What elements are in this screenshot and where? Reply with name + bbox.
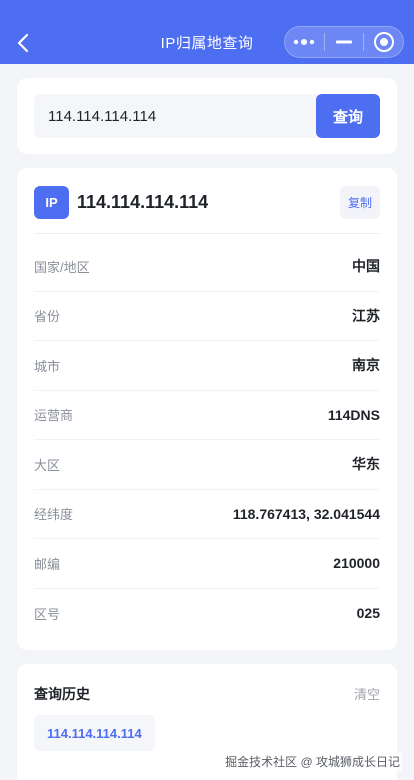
navigation-bar: IP归属地查询 xyxy=(0,0,414,64)
ip-search-input[interactable] xyxy=(34,94,324,138)
row-city: 城市 南京 xyxy=(34,341,380,391)
row-area-code: 区号 025 xyxy=(34,589,380,639)
row-label: 区号 xyxy=(34,606,61,622)
ip-badge: IP xyxy=(34,186,69,219)
clear-history-button[interactable]: 清空 xyxy=(354,684,380,703)
row-coordinates: 经纬度 118.767413, 32.041544 xyxy=(34,490,380,539)
row-country: 国家/地区 中国 xyxy=(34,242,380,292)
result-header: IP 114.114.114.114 复制 xyxy=(34,186,380,234)
result-card: IP 114.114.114.114 复制 国家/地区 中国 省份 江苏 城市 南京 … xyxy=(17,168,397,650)
minimize-icon[interactable] xyxy=(325,27,364,57)
row-label: 邮编 xyxy=(34,556,61,572)
row-value: 华东 xyxy=(352,456,380,473)
row-value: 025 xyxy=(356,605,380,622)
row-value: 114DNS xyxy=(327,406,380,423)
close-target-icon[interactable] xyxy=(364,27,403,57)
row-label: 大区 xyxy=(34,457,61,473)
row-value: 江苏 xyxy=(352,307,380,324)
row-value: 中国 xyxy=(352,258,380,275)
row-isp: 运营商 114DNS xyxy=(34,391,380,440)
history-item[interactable]: 114.114.114.114 xyxy=(34,715,155,751)
result-ip: 114.114.114.114 xyxy=(77,192,209,212)
row-region: 大区 华东 xyxy=(34,440,380,490)
copy-button[interactable]: 复制 xyxy=(340,186,380,219)
history-title: 查询历史 xyxy=(34,686,90,702)
row-value: 210000 xyxy=(333,555,380,572)
search-card: 查询 xyxy=(17,78,397,154)
row-label: 国家/地区 xyxy=(34,259,90,275)
row-label: 运营商 xyxy=(34,408,74,424)
row-label: 城市 xyxy=(34,358,61,374)
row-value: 南京 xyxy=(352,357,380,374)
row-value: 118.767413, 32.041544 xyxy=(232,505,380,522)
more-icon[interactable] xyxy=(285,27,324,57)
watermark: 掘金技术社区 @ 攻城狮成长日记 xyxy=(223,752,402,771)
mini-program-capsule xyxy=(284,26,404,58)
row-label: 经纬度 xyxy=(34,507,74,523)
row-label: 省份 xyxy=(34,309,61,325)
query-button[interactable]: 查询 xyxy=(316,94,380,138)
row-postcode: 邮编 210000 xyxy=(34,539,380,589)
result-rows: 国家/地区 中国 省份 江苏 城市 南京 运营商 114DNS 大区 华东 经纬度 118.… xyxy=(34,242,380,638)
row-province: 省份 江苏 xyxy=(34,292,380,341)
